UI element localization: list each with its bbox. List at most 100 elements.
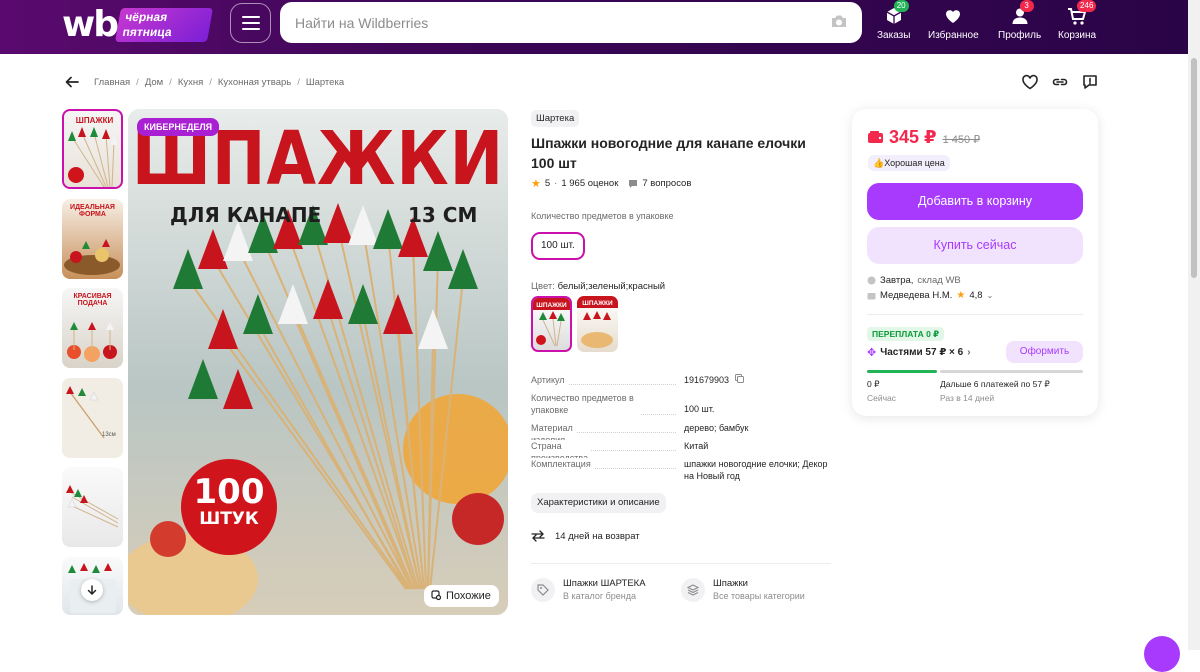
scrollbar-thumb[interactable] xyxy=(1191,58,1197,278)
brand-link-title: Шпажки ШАРТЕКА xyxy=(563,578,646,589)
breadcrumb-item[interactable]: Главная xyxy=(94,77,130,88)
color-option-caption: ШПАЖКИ xyxy=(536,302,567,309)
image-count-circle: 100 ШТУК xyxy=(181,459,277,555)
similar-label: Похожие xyxy=(446,590,491,602)
thumbnail-caption: 13см xyxy=(102,432,116,438)
warehouse-icon xyxy=(867,276,876,285)
pay-now-amount: 0 ₽ xyxy=(867,379,880,389)
link-icon[interactable] xyxy=(1051,73,1069,91)
color-label: Цвет: белый;зеленый;красный xyxy=(531,281,665,292)
spec-key: Количество предметов в упаковке xyxy=(531,392,641,416)
page-scrollbar[interactable] xyxy=(1188,0,1200,650)
reviews-count[interactable]: 1 965 оценок xyxy=(561,178,618,189)
search-input[interactable] xyxy=(280,2,862,43)
overpay-badge: ПЕРЕПЛАТА 0 ₽ xyxy=(867,327,945,341)
color-option-caption: ШПАЖКИ xyxy=(582,300,613,307)
buy-now-button[interactable]: Купить сейчас xyxy=(867,227,1083,264)
back-arrow-icon[interactable] xyxy=(64,74,80,90)
installments-info[interactable]: ✥ Частями 57 ₽ × 6 › xyxy=(867,346,971,359)
product-title: Шпажки новогодние для канапе елочки 100 … xyxy=(531,135,806,171)
image-count: 100 xyxy=(193,472,265,512)
issue-installments-button[interactable]: Оформить xyxy=(1006,341,1083,363)
cart-badge: 246 xyxy=(1077,0,1097,12)
pay-now-label: Сейчас xyxy=(867,393,897,403)
main-product-image[interactable]: ШПАЖКИ ДЛЯ КАНАПЕ 13 СМ 100 ШТУК КИБЕРНЕ… xyxy=(128,109,508,615)
breadcrumb-item[interactable]: Дом xyxy=(145,77,163,88)
thumbnails-scroll-down-button[interactable] xyxy=(81,579,103,601)
chat-button[interactable] xyxy=(1144,636,1180,672)
nav-favorites[interactable]: Избранное xyxy=(928,0,979,54)
breadcrumb-item[interactable]: Шартека xyxy=(306,77,344,88)
arrow-down-icon xyxy=(87,585,97,596)
thumbnail[interactable]: ШПАЖКИ xyxy=(62,109,123,189)
delivery-when: Завтра, xyxy=(880,275,914,286)
chevron-down-icon: ⌄ xyxy=(986,291,994,300)
pay-later-label: Раз в 14 дней xyxy=(940,393,995,403)
payment-progress-later xyxy=(940,370,1083,373)
spec-value: 100 шт. xyxy=(684,404,715,414)
category-link[interactable]: Шпажки Все товары категории xyxy=(681,578,805,602)
delivery-where: склад WB xyxy=(917,275,961,286)
brand-catalog-link[interactable]: Шпажки ШАРТЕКА В каталог бренда xyxy=(531,578,646,602)
image-count-unit: ШТУК xyxy=(199,509,259,529)
brand-chip[interactable]: Шартека xyxy=(531,110,580,127)
good-price-label: Хорошая цена xyxy=(884,158,945,168)
skewers-angle-thumbnail-image xyxy=(66,485,119,528)
nav-label: Корзина xyxy=(1058,30,1097,41)
nav-profile[interactable]: 3 Профиль xyxy=(998,0,1041,54)
copy-icon[interactable] xyxy=(734,374,744,383)
camera-icon[interactable] xyxy=(830,14,848,29)
nav-cart[interactable]: 246 Корзина xyxy=(1058,0,1097,54)
thumbnail-caption: ШПАЖКИ xyxy=(75,116,114,125)
shop-icon xyxy=(867,293,876,300)
breadcrumb-item[interactable]: Кухонная утварь xyxy=(218,77,291,88)
star-icon: ★ xyxy=(531,178,541,190)
nav-label: Профиль xyxy=(998,30,1042,41)
thumbnail[interactable] xyxy=(62,467,123,547)
thumbnail[interactable]: КРАСИВАЯ ПОДАЧА xyxy=(62,288,123,368)
add-to-cart-button[interactable]: Добавить в корзину xyxy=(867,183,1083,220)
price-row: 345 ₽ 1 450 ₽ xyxy=(868,127,980,148)
characteristics-button[interactable]: Характеристики и описание xyxy=(531,493,666,513)
color-option[interactable]: ШПАЖКИ xyxy=(577,296,618,352)
spec-value: 191679903 xyxy=(684,374,834,386)
search-bar[interactable] xyxy=(280,2,862,43)
spec-key: Комплектация xyxy=(531,458,594,470)
spec-value: шпажки новогодние елочки; Декор на Новый… xyxy=(684,459,828,481)
size-thumbnail-image: 13см xyxy=(66,386,116,439)
menu-button[interactable] xyxy=(230,3,271,43)
image-subtitle: ДЛЯ КАНАПЕ xyxy=(170,203,322,227)
color-prefix: Цвет: xyxy=(531,281,555,292)
price-card: 345 ₽ 1 450 ₽ 👍Хорошая цена Добавить в к… xyxy=(852,109,1098,416)
seller-info[interactable]: Медведева Н.М. ★ 4,8 ⌄ xyxy=(867,290,993,301)
food-thumbnail-image xyxy=(64,239,120,275)
brand-link-subtitle: В каталог бренда xyxy=(563,591,637,601)
logo-text: wb xyxy=(62,4,119,45)
favorite-heart-icon[interactable] xyxy=(1021,73,1039,91)
similar-button[interactable]: Похожие xyxy=(424,585,499,607)
spec-key: Артикул xyxy=(531,374,568,386)
qty-option[interactable]: 100 шт. xyxy=(531,232,585,260)
qty-label: Количество предметов в упаковке xyxy=(531,211,674,221)
breadcrumb-item[interactable]: Кухня xyxy=(178,77,203,88)
thumbnail[interactable]: 13см xyxy=(62,378,123,458)
category-link-subtitle: Все товары категории xyxy=(713,591,805,601)
color-value: белый;зеленый;красный xyxy=(557,281,666,292)
nav-label: Избранное xyxy=(928,30,979,41)
report-icon[interactable] xyxy=(1081,73,1099,91)
rating-line[interactable]: ★ 5 · 1 965 оценок 7 вопросов xyxy=(531,177,691,190)
image-size: 13 СМ xyxy=(408,203,478,227)
nav-orders[interactable]: 20 Заказы xyxy=(877,0,910,54)
payment-progress-now xyxy=(867,370,937,373)
breadcrumb: Главная / Дом / Кухня / Кухонная утварь / Ша… xyxy=(94,77,345,88)
return-policy[interactable]: 14 дней на возврат xyxy=(531,530,640,542)
spec-value: Китай xyxy=(684,441,709,451)
top-header: wb чёрная пятница 20 Заказы Избранное 3 … xyxy=(0,0,1200,54)
spec-value: дерево; бамбук xyxy=(684,423,749,433)
thumbnail[interactable]: ИДЕАЛЬНАЯ ФОРМА xyxy=(62,199,123,279)
star-icon: ★ xyxy=(956,290,966,301)
orders-badge: 20 xyxy=(893,0,909,12)
color-option[interactable]: ШПАЖКИ xyxy=(531,296,572,352)
questions-count[interactable]: 7 вопросов xyxy=(642,178,691,189)
wb-logo[interactable]: wb чёрная пятница xyxy=(62,4,213,46)
